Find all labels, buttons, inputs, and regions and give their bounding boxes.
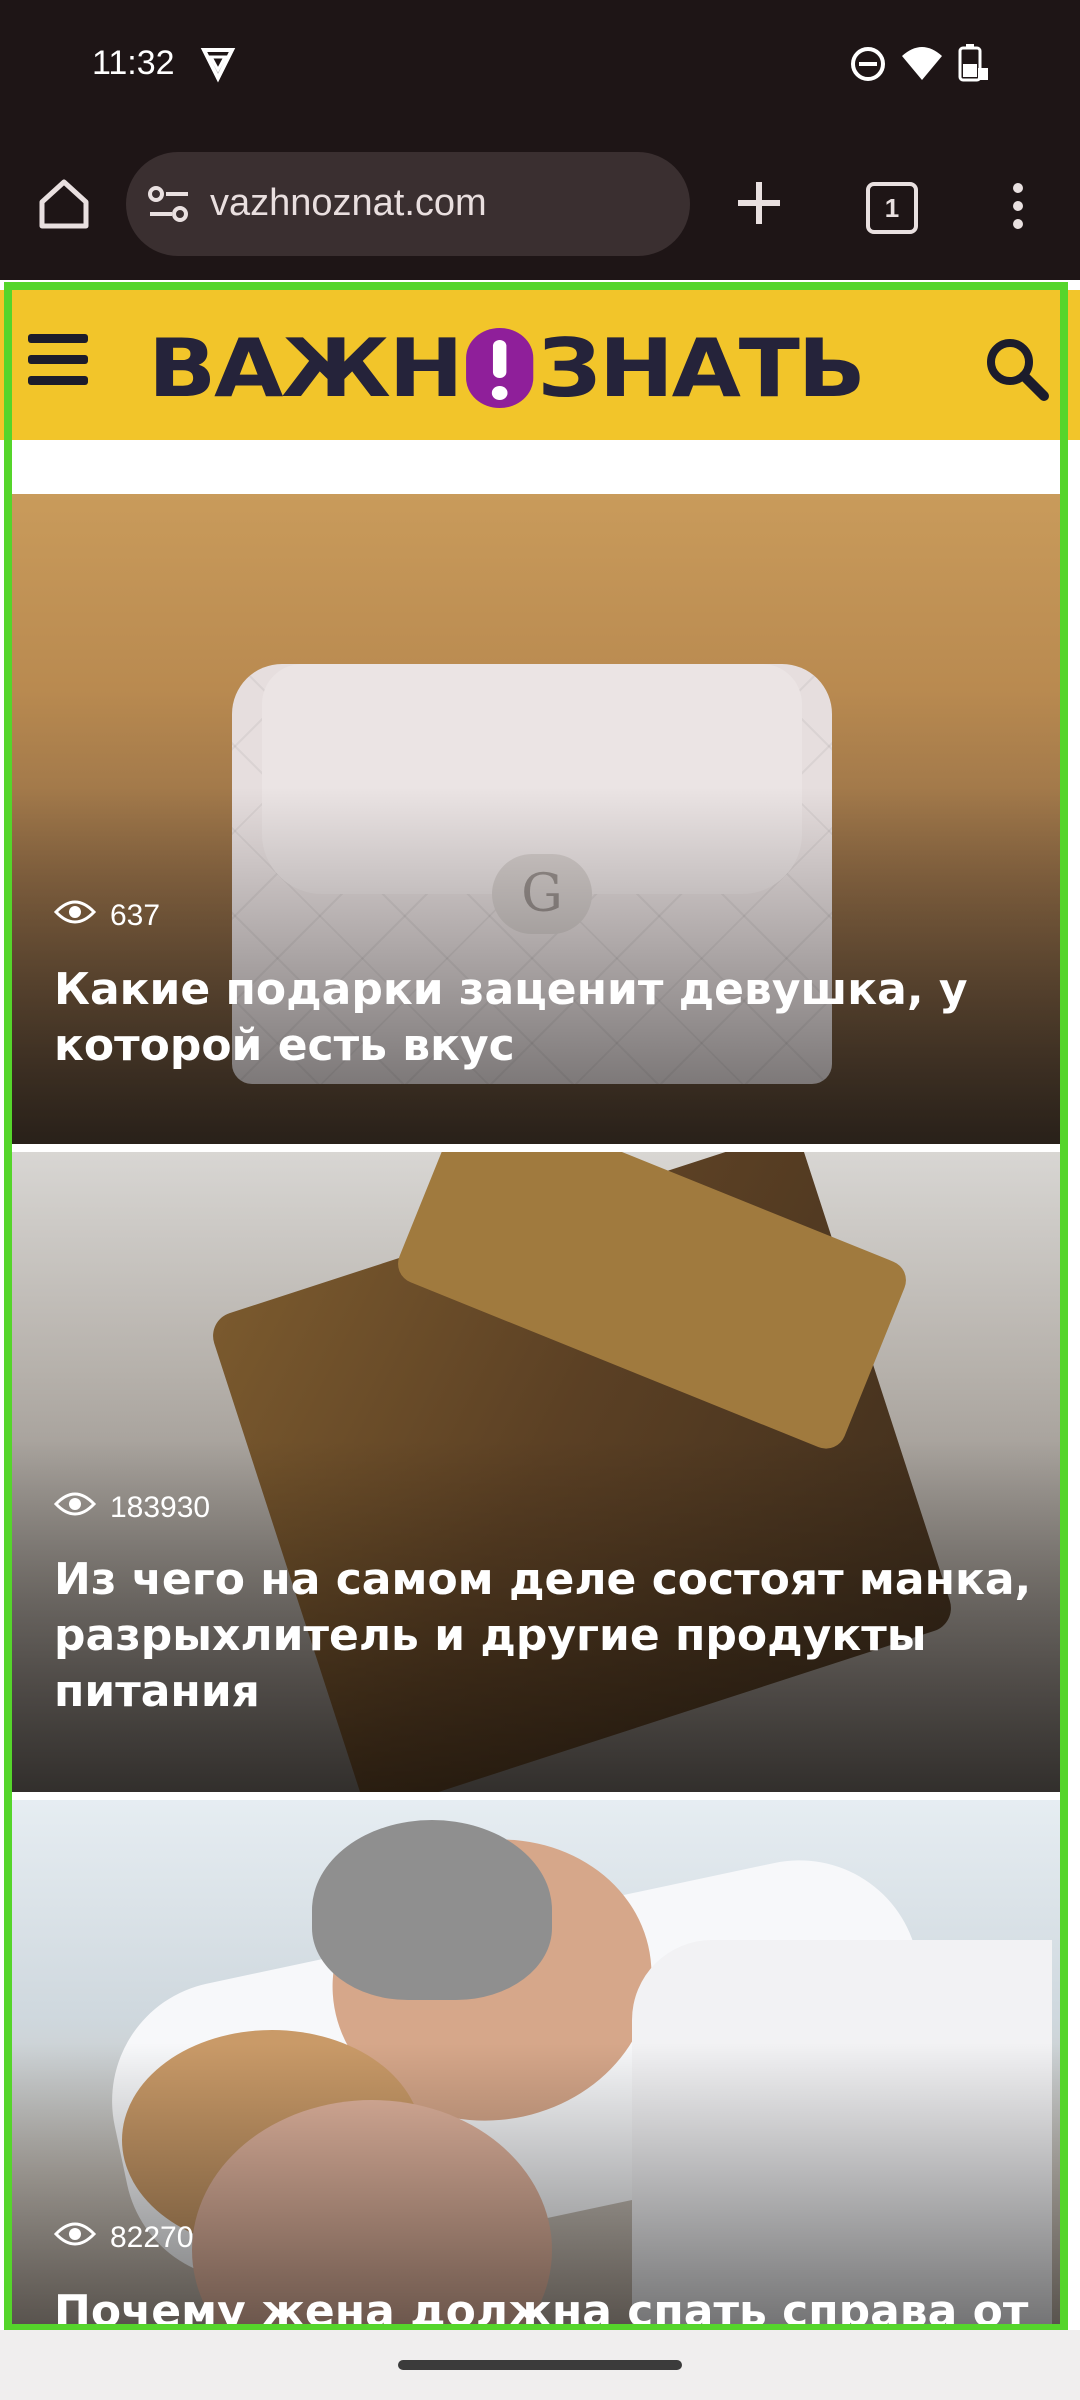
browser-toolbar: vazhnoznat.com 1 [0,136,1080,280]
hamburger-menu-icon[interactable] [28,334,88,394]
article-card[interactable]: G 637 Какие подарки заценит девушка, у к… [12,494,1068,1144]
tabs-button[interactable]: 1 [866,182,918,234]
view-count: 637 [53,898,161,934]
search-icon[interactable] [982,334,1052,408]
article-title[interactable]: Из чего на самом деле состоят манка, раз… [54,1552,1044,1720]
navigation-bar [0,2330,1080,2400]
site-header: ВАЖН ЗНАТЬ [0,290,1080,440]
url-text: vazhnoznat.com [210,182,487,224]
eye-icon [53,898,97,934]
gesture-handle[interactable] [398,2360,682,2370]
status-time: 11:32 [92,44,175,82]
article-title[interactable]: Почему жена должна спать справа от [54,2284,1044,2330]
web-page: ВАЖН ЗНАТЬ G 637 Какие подарки заценит д… [0,280,1080,2330]
view-count-value: 82270 [110,2221,194,2254]
logo-text-left: ВАЖН [148,321,464,415]
view-count: 183930 [53,1490,211,1526]
home-icon[interactable] [36,176,92,236]
wifi-icon [900,44,944,88]
logo-text-right: ЗНАТЬ [537,321,866,415]
man-hair-image [312,1820,552,2000]
article-title[interactable]: Какие подарки заценит девушка, у которой… [54,962,1044,1074]
view-count-value: 183930 [110,1491,211,1524]
dnd-icon [848,44,888,88]
article-card[interactable]: 82270 Почему жена должна спать справа от [12,1800,1068,2330]
battery-icon [954,44,990,88]
view-count: 82270 [53,2220,194,2256]
status-bar: 11:32 [0,0,1080,136]
eye-icon [53,1490,97,1526]
site-logo[interactable]: ВАЖН ЗНАТЬ [148,320,866,416]
view-count-value: 637 [110,899,161,932]
vpn-icon [198,44,238,88]
logo-exclamation-icon [465,328,534,408]
article-card[interactable]: 183930 Из чего на самом деле состоят ман… [12,1152,1068,1792]
new-tab-icon[interactable] [734,178,784,232]
menu-icon[interactable] [1006,180,1030,236]
eye-icon [53,2220,97,2256]
url-bar[interactable]: vazhnoznat.com [126,152,690,256]
site-settings-icon[interactable] [146,182,192,230]
